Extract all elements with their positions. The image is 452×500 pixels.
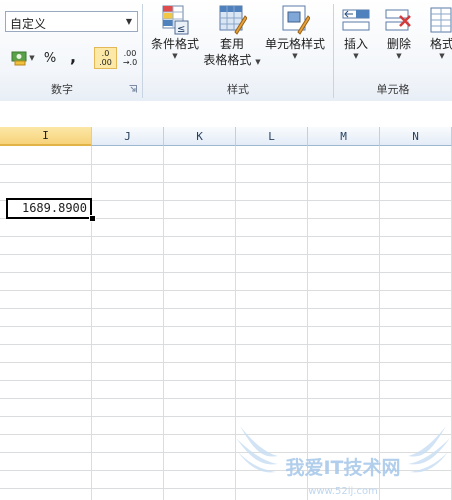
chevron-down-icon: ▼ (292, 52, 298, 60)
grid-line (0, 380, 452, 381)
chevron-down-icon: ▼ (353, 52, 359, 60)
currency-icon (11, 51, 27, 66)
format-cells-icon (430, 7, 452, 33)
fill-handle[interactable] (89, 215, 96, 222)
column-header-label: I (42, 129, 49, 142)
chevron-down-icon: ▼ (172, 52, 178, 60)
cell-styles-label: 单元格样式 (264, 37, 325, 51)
column-header-n[interactable]: N (380, 127, 452, 146)
format-as-table-label-1: 套用 (219, 37, 244, 51)
delete-button[interactable]: 删除 ▼ (379, 4, 419, 60)
column-header-j[interactable]: J (92, 127, 164, 146)
conditional-formatting-button[interactable]: ≤ 条件格式 ▼ (147, 4, 203, 60)
insert-button[interactable]: 插入 ▼ (336, 4, 376, 60)
delete-label: 删除 (386, 37, 411, 51)
grid-line (0, 290, 452, 291)
column-header-i[interactable]: I (0, 127, 92, 146)
format-as-table-icon (219, 5, 247, 35)
grid-line (0, 236, 452, 237)
insert-cells-icon (342, 9, 370, 31)
decrease-decimal-bottom: →.0 (122, 58, 138, 67)
grid-line (0, 182, 452, 183)
delete-cells-icon (385, 9, 411, 31)
format-button[interactable]: 格式 ▼ (422, 4, 452, 60)
percent-button[interactable]: % (40, 47, 60, 69)
chevron-down-icon[interactable]: ▼ (121, 12, 137, 31)
svg-text:≤: ≤ (177, 24, 185, 35)
column-header-m[interactable]: M (308, 127, 380, 146)
column-header-label: K (196, 129, 203, 143)
grid-line (0, 308, 452, 309)
column-header-label: L (268, 129, 275, 143)
conditional-formatting-label: 条件格式 (150, 37, 199, 51)
number-format-dropdown[interactable]: 自定义 ▼ (5, 11, 138, 32)
grid-line (0, 272, 452, 273)
watermark-text: 我爱IT技术网 (285, 456, 400, 479)
styles-group-label: 样式 (227, 83, 249, 96)
watermark-url: www.52ij.com (308, 486, 378, 497)
percent-label: % (43, 50, 57, 66)
grid-line (0, 416, 452, 417)
format-as-table-button[interactable]: 套用 表格格式 ▼ (203, 4, 261, 70)
format-label: 格式 (429, 37, 452, 51)
increase-decimal-button[interactable]: .0 .00 (94, 47, 117, 69)
grid-line (0, 362, 452, 363)
grid-line (0, 326, 452, 327)
grid-line (0, 254, 452, 255)
grid-line (0, 344, 452, 345)
comma-label: , (69, 46, 77, 66)
grid-line (0, 164, 452, 165)
increase-decimal-top: .0 (101, 49, 110, 58)
grid-line (0, 398, 452, 399)
number-format-value: 自定义 (10, 17, 47, 31)
column-header-l[interactable]: L (236, 127, 308, 146)
formula-bar-area (0, 101, 452, 127)
column-header-label: J (124, 129, 131, 143)
conditional-formatting-icon: ≤ (162, 5, 189, 35)
cell-styles-button[interactable]: 单元格样式 ▼ (262, 4, 328, 60)
column-header-k[interactable]: K (164, 127, 236, 146)
column-header-label: M (340, 129, 347, 143)
cell-styles-icon (282, 5, 310, 35)
watermark-logo: 我爱IT技术网 www.52ij.com (236, 426, 450, 497)
chevron-down-icon: ▼ (396, 52, 402, 60)
column-header-label: N (412, 129, 419, 143)
dialog-launcher-icon[interactable] (129, 85, 137, 93)
chevron-down-icon: ▼ (439, 52, 445, 60)
cells-group-label: 单元格 (376, 83, 410, 96)
number-group-label: 数字 (51, 83, 73, 96)
comma-style-button[interactable]: , (64, 45, 82, 67)
active-cell[interactable]: 1689.8900 (6, 198, 92, 219)
ribbon: 自定义 ▼ ▼ % , .0 .00 .00 →.0 数字 ≤ 条件格式 ▼ 套… (0, 0, 452, 102)
chevron-down-icon: ▼ (29, 54, 35, 62)
format-as-table-label-2: 表格格式 ▼ (203, 53, 261, 67)
insert-label: 插入 (343, 37, 368, 51)
decrease-decimal-button[interactable]: .00 →.0 (119, 47, 141, 69)
increase-decimal-bottom: .00 (99, 58, 112, 67)
accounting-format-button[interactable]: ▼ (8, 47, 38, 69)
decrease-decimal-top: .00 (123, 49, 137, 58)
